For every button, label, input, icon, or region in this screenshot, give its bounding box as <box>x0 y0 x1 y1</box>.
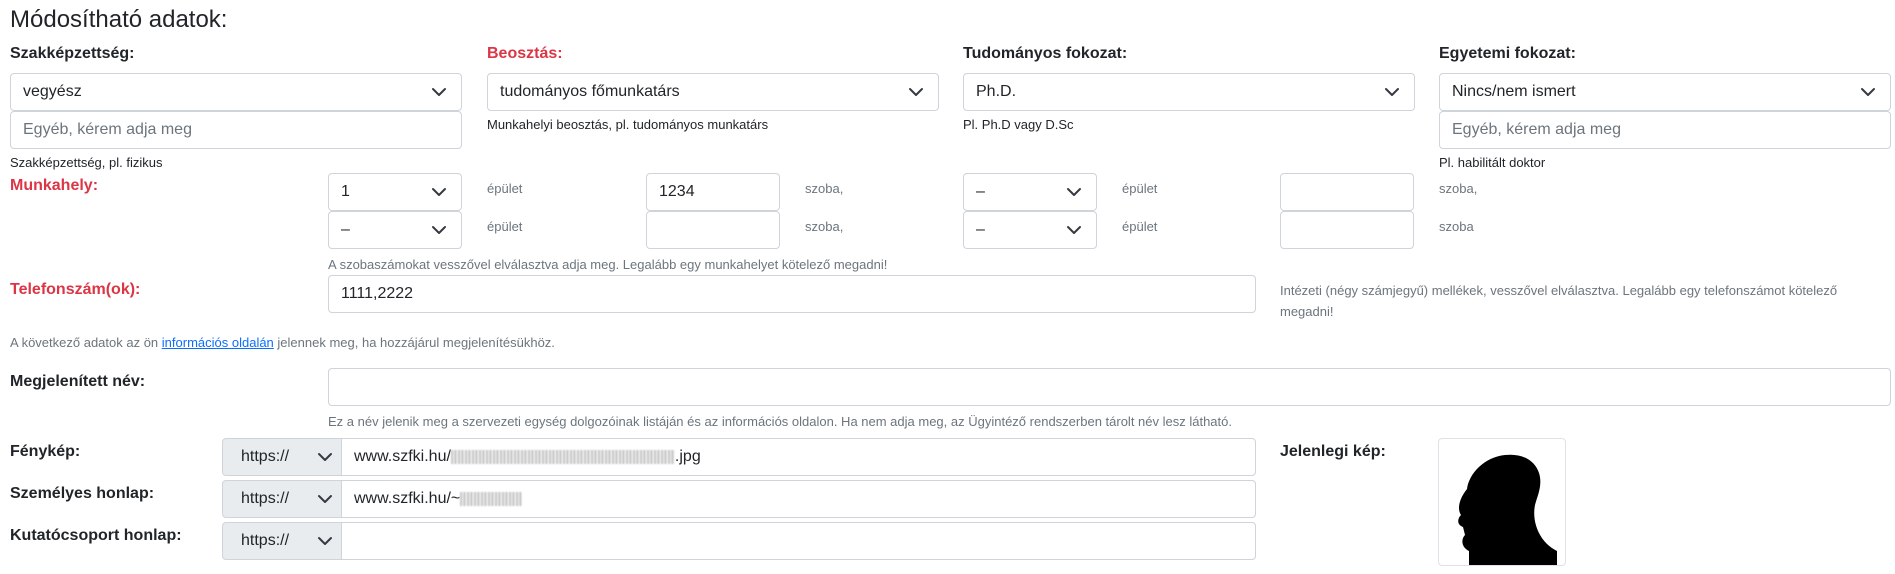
chevron-down-icon <box>1384 84 1400 100</box>
telefonszam-value: 1111,2222 <box>341 285 414 302</box>
szemelyes-honlap-label: Személyes honlap: <box>10 485 155 502</box>
munkahely-epulet-value: 1 <box>341 183 350 200</box>
munkahely-epulet-value: – <box>976 221 985 238</box>
info-page-link[interactable]: információs oldalán <box>162 335 274 350</box>
szoba-unit-label: szoba, <box>1439 181 1478 196</box>
munkahely-epulet-value: – <box>976 183 985 200</box>
munkahely-help: A szobaszámokat vesszővel elválasztva ad… <box>328 257 888 272</box>
telefonszam-label: Telefonszám(ok): <box>10 281 141 298</box>
kutatocsoport-url-input[interactable] <box>341 522 1256 560</box>
szoba-unit-label: szoba, <box>805 219 844 234</box>
tudomanyos-fokozat-label: Tudományos fokozat: <box>963 45 1128 62</box>
tudomanyos-fokozat-select[interactable]: Ph.D. <box>963 73 1415 111</box>
megjelenitett-nev-input[interactable] <box>328 368 1891 406</box>
munkahely-szoba-input-2-2[interactable] <box>1280 211 1414 249</box>
egyetemi-fokozat-select-value: Nincs/nem ismert <box>1452 83 1576 100</box>
chevron-down-icon <box>1066 222 1082 238</box>
chevron-down-icon <box>317 533 333 549</box>
fenykep-url-prefix: www.szfki.hu/ <box>354 448 451 465</box>
megjelenitett-nev-label: Megjelenített név: <box>10 373 146 390</box>
megjelenitett-nev-help: Ez a név jelenik meg a szervezeti egység… <box>328 414 1232 429</box>
kutatocsoport-honlap-label: Kutatócsoport honlap: <box>10 527 182 544</box>
chevron-down-icon <box>1860 84 1876 100</box>
munkahely-epulet-select-2-1[interactable]: – <box>328 211 462 249</box>
munkahely-szoba-value: 1234 <box>659 183 695 200</box>
chevron-down-icon <box>431 184 447 200</box>
munkahely-szoba-input-1-2[interactable] <box>1280 173 1414 211</box>
telefonszam-input[interactable]: 1111,2222 <box>328 275 1256 313</box>
beosztas-label: Beosztás: <box>487 45 563 62</box>
redacted-text <box>460 492 523 506</box>
egyetemi-egyeb-placeholder: Egyéb, kérem adja meg <box>1452 121 1621 138</box>
silhouette-portrait-icon <box>1458 454 1557 565</box>
chevron-down-icon <box>1066 184 1082 200</box>
page-title: Módosítható adatok: <box>10 6 228 33</box>
fenykep-protocol-select[interactable]: https:// <box>222 438 342 476</box>
szakkepzettseg-help: Szakképzettség, pl. fizikus <box>10 155 163 170</box>
munkahely-label: Munkahely: <box>10 177 99 194</box>
info-text-after: jelennek meg, ha hozzájárul megjelenítés… <box>273 335 555 350</box>
egyetemi-egyeb-input[interactable]: Egyéb, kérem adja meg <box>1439 111 1891 149</box>
kutatocsoport-protocol-select[interactable]: https:// <box>222 522 342 560</box>
epulet-unit-label: épület <box>1122 181 1158 196</box>
protocol-select-value: https:// <box>241 532 290 549</box>
munkahely-epulet-select-2-2[interactable]: – <box>963 211 1097 249</box>
munkahely-epulet-select-1-2[interactable]: – <box>963 173 1097 211</box>
chevron-down-icon <box>908 84 924 100</box>
beosztas-select[interactable]: tudományos főmunkatárs <box>487 73 939 111</box>
chevron-down-icon <box>431 222 447 238</box>
info-page-notice: A következő adatok az ön információs old… <box>10 335 555 350</box>
epulet-unit-label: épület <box>487 181 523 196</box>
munkahely-szoba-input-2-1[interactable] <box>646 211 780 249</box>
epulet-unit-label: épület <box>487 219 523 234</box>
jelenlegi-kep-label: Jelenlegi kép: <box>1280 443 1386 460</box>
protocol-select-value: https:// <box>241 448 290 465</box>
egyetemi-fokozat-help: Pl. habilitált doktor <box>1439 155 1546 170</box>
szoba-unit-label: szoba <box>1439 219 1474 234</box>
egyetemi-fokozat-select[interactable]: Nincs/nem ismert <box>1439 73 1891 111</box>
munkahely-szoba-input-1-1[interactable]: 1234 <box>646 173 780 211</box>
egyetemi-fokozat-label: Egyetemi fokozat: <box>1439 45 1576 62</box>
chevron-down-icon <box>431 84 447 100</box>
szakkepzettseg-egyeb-input[interactable]: Egyéb, kérem adja meg <box>10 111 462 149</box>
szemelyes-protocol-select[interactable]: https:// <box>222 480 342 518</box>
beosztas-select-value: tudományos főmunkatárs <box>500 83 680 100</box>
szakkepzettseg-label: Szakképzettség: <box>10 45 135 62</box>
szakkepzettseg-select[interactable]: vegyész <box>10 73 462 111</box>
szoba-unit-label: szoba, <box>805 181 844 196</box>
chevron-down-icon <box>317 449 333 465</box>
munkahely-epulet-select-1-1[interactable]: 1 <box>328 173 462 211</box>
fenykep-label: Fénykép: <box>10 443 81 460</box>
szakkepzettseg-select-value: vegyész <box>23 83 82 100</box>
szemelyes-url-input[interactable]: www.szfki.hu/~ <box>341 480 1256 518</box>
current-photo <box>1438 438 1566 566</box>
redacted-text <box>450 450 675 464</box>
szakkepzettseg-egyeb-placeholder: Egyéb, kérem adja meg <box>23 121 192 138</box>
protocol-select-value: https:// <box>241 490 290 507</box>
telefonszam-help: Intézeti (négy számjegyű) mellékek, vess… <box>1280 283 1838 319</box>
fenykep-url-suffix: .jpg <box>674 448 701 465</box>
tudomanyos-fokozat-select-value: Ph.D. <box>976 83 1017 100</box>
szemelyes-url-prefix: www.szfki.hu/~ <box>354 490 461 507</box>
beosztas-help: Munkahelyi beosztás, pl. tudományos munk… <box>487 117 769 132</box>
fenykep-url-input[interactable]: www.szfki.hu/ .jpg <box>341 438 1256 476</box>
epulet-unit-label: épület <box>1122 219 1158 234</box>
munkahely-epulet-value: – <box>341 221 350 238</box>
chevron-down-icon <box>317 491 333 507</box>
tudomanyos-fokozat-help: Pl. Ph.D vagy D.Sc <box>963 117 1074 132</box>
info-text-before: A következő adatok az ön <box>10 335 162 350</box>
